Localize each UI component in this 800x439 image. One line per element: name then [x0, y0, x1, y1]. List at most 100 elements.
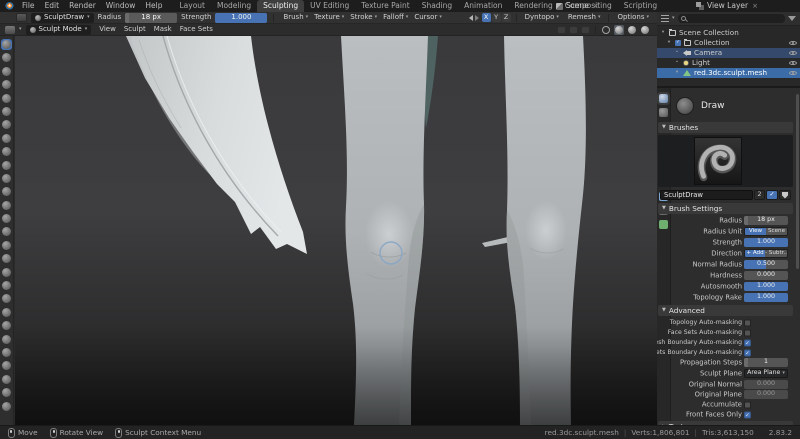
dyntopo-dropdown[interactable]: Dyntopo ▾	[522, 14, 562, 21]
fake-user-toggle[interactable]: ✓	[766, 190, 778, 200]
active-tool-tab[interactable]	[657, 92, 670, 105]
original-normal-slider[interactable]: 0.000	[744, 380, 788, 389]
blender-logo-icon[interactable]	[5, 1, 14, 11]
sculpt-plane-dropdown[interactable]: Area Plane ▾	[744, 369, 788, 378]
checkbox[interactable]	[744, 349, 751, 357]
strength-slider[interactable]: 1.000	[215, 12, 268, 23]
header-dropdown[interactable]: Brush ▾	[280, 14, 311, 21]
options-dropdown[interactable]: Options ▾	[614, 14, 652, 21]
segment-option[interactable]: Scene	[766, 228, 787, 235]
crease-tool[interactable]	[1, 146, 12, 157]
workspace-tab[interactable]: Layout	[173, 0, 211, 12]
inflate-tool[interactable]	[1, 119, 12, 130]
boundary-tool[interactable]	[1, 347, 12, 358]
layer-tool[interactable]	[1, 106, 12, 117]
brush-users-count[interactable]: 2	[754, 190, 765, 200]
elastic-deform-tool[interactable]	[1, 253, 12, 264]
outliner-search-input[interactable]	[677, 14, 785, 23]
radius-slider[interactable]: 18 px	[125, 12, 178, 23]
protect-toggle[interactable]	[779, 190, 791, 200]
brush-name-field[interactable]: SculptDraw	[660, 190, 753, 200]
topology-rake-slider[interactable]: 1.000	[744, 293, 788, 302]
workspace-tab[interactable]: Animation	[458, 0, 508, 12]
outliner-editor-icon[interactable]	[661, 15, 669, 22]
expand-icon[interactable]: ▾	[666, 40, 672, 46]
editor-type-icon[interactable]	[5, 25, 15, 34]
menu-item[interactable]: Window	[101, 0, 141, 12]
outliner-row-camera[interactable]: • Camera	[657, 48, 800, 58]
pose-tool[interactable]	[1, 293, 12, 304]
workspace-tab[interactable]: Scripting	[618, 0, 663, 12]
view-layer-remove-button[interactable]: ×	[751, 2, 759, 10]
viewport-canvas[interactable]	[15, 36, 657, 425]
outliner-row-scene-collection[interactable]: ▾ Scene Collection	[657, 28, 800, 38]
checkbox[interactable]	[744, 319, 751, 327]
shading-solid-icon[interactable]	[615, 25, 623, 34]
menu-item[interactable]: Edit	[40, 0, 65, 12]
workspace-tab[interactable]: UV Editing	[304, 0, 355, 12]
scrape-tool[interactable]	[1, 200, 12, 211]
draw-sharp-tool[interactable]	[1, 52, 12, 63]
simplify-tool[interactable]	[1, 374, 12, 385]
view-layer-selector[interactable]: View Layer ×	[696, 0, 759, 12]
collection-checkbox[interactable]	[675, 40, 681, 46]
workspace-tab[interactable]: Rendering	[508, 0, 558, 12]
slide-relax-tool[interactable]	[1, 334, 12, 345]
eye-icon[interactable]	[789, 40, 797, 46]
pinch-tool[interactable]	[1, 226, 12, 237]
shading-wireframe-icon[interactable]	[602, 25, 610, 34]
cloth-tool[interactable]	[1, 360, 12, 371]
nudge-tool[interactable]	[1, 307, 12, 318]
workspace-tab[interactable]: Texture Paint	[355, 0, 415, 12]
multiplane-scrape-tool[interactable]	[1, 213, 12, 224]
mask-tool[interactable]	[1, 387, 12, 398]
mode-selector[interactable]: Sculpt Mode ▾	[25, 24, 92, 35]
front-faces-only-checkbox[interactable]	[744, 411, 751, 419]
checkbox[interactable]	[744, 339, 751, 347]
viewport-menu-item[interactable]: Sculpt	[120, 26, 150, 33]
mirror-axis-toggle[interactable]: Y	[491, 13, 501, 22]
shading-rendered-icon[interactable]	[641, 25, 649, 34]
clay-strips-tool[interactable]	[1, 79, 12, 90]
overlays-icon[interactable]	[569, 25, 578, 34]
segment-option[interactable]: View	[745, 228, 766, 235]
outliner-row-light[interactable]: • Light	[657, 58, 800, 68]
render-tab[interactable]	[659, 108, 668, 117]
scene-selector[interactable]: Scene ×	[556, 0, 600, 12]
xray-toggle-icon[interactable]	[581, 25, 590, 34]
flatten-tool[interactable]	[1, 173, 12, 184]
eye-icon[interactable]	[789, 50, 797, 56]
gizmo-icon[interactable]	[557, 25, 566, 34]
autosmooth-slider[interactable]: 1.000	[744, 282, 788, 291]
brush-selector[interactable]: SculptDraw ▾	[31, 12, 94, 23]
mirror-axis-toggle[interactable]: Z	[501, 13, 511, 22]
fill-tool[interactable]	[1, 186, 12, 197]
rotate-tool[interactable]	[1, 320, 12, 331]
propagation-steps-slider[interactable]: 1	[744, 358, 788, 367]
workspace-tab[interactable]: Modeling	[211, 0, 257, 12]
workspace-tab[interactable]: Sculpting	[257, 0, 305, 12]
active-tool-icon[interactable]	[16, 13, 27, 22]
original-plane-slider[interactable]: 0.000	[744, 390, 788, 399]
hardness-slider[interactable]: 0.000	[744, 271, 788, 280]
checkbox[interactable]	[744, 329, 751, 337]
header-dropdown[interactable]: Texture ▾	[311, 14, 347, 21]
normal-radius-slider[interactable]: 0.500	[744, 260, 788, 269]
viewport-menu-item[interactable]: Face Sets	[176, 26, 217, 33]
viewport-menu-item[interactable]: Mask	[150, 26, 176, 33]
blob-tool[interactable]	[1, 133, 12, 144]
eye-icon[interactable]	[789, 60, 797, 66]
snake-hook-tool[interactable]	[1, 267, 12, 278]
grab-tool[interactable]	[1, 240, 12, 251]
filter-icon[interactable]	[788, 16, 796, 21]
expand-icon[interactable]: ▾	[660, 30, 666, 36]
outliner-row-collection[interactable]: ▾ Collection	[657, 38, 800, 48]
header-dropdown[interactable]: Cursor ▾	[411, 14, 445, 21]
brush-thumbnail[interactable]	[694, 137, 742, 185]
menu-item[interactable]: Help	[140, 0, 167, 12]
eye-icon[interactable]	[789, 70, 797, 76]
advanced-panel-header[interactable]: ▼ Advanced	[658, 305, 793, 316]
header-dropdown[interactable]: Falloff ▾	[380, 14, 411, 21]
segment-option[interactable]: - Subtr..	[765, 250, 787, 257]
outliner-row-sculpt-mesh[interactable]: ▾ red.3dc.sculpt.mesh	[657, 68, 800, 78]
